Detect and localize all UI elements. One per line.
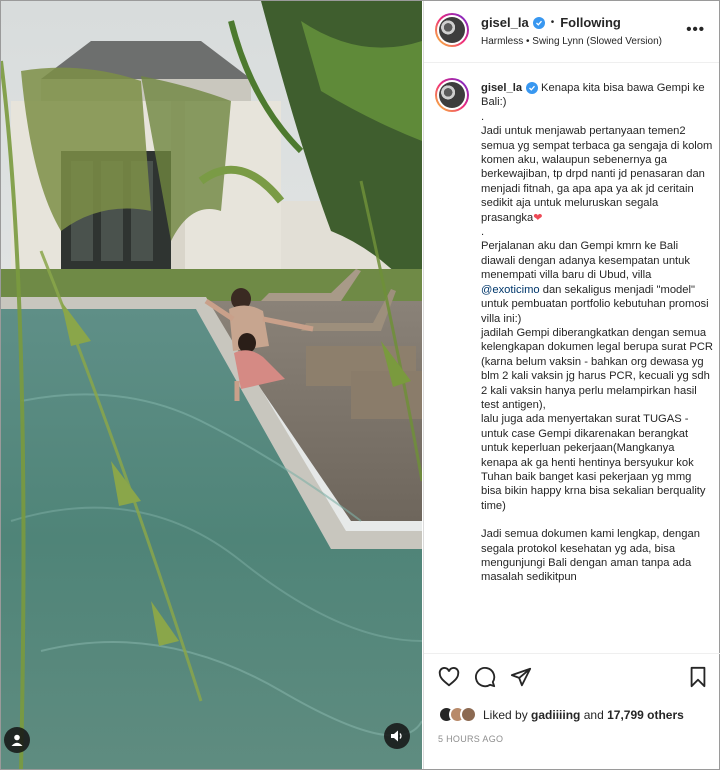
instagram-post-window: gisel_la • Following Harmless • Swing Ly… (0, 0, 720, 770)
caption-paragraph-8: Jadi semua dokumen kami lengkap, dengan … (481, 528, 700, 584)
caption-paragraph-7: lalu juga ada menyertakan surat TUGAS - … (481, 413, 706, 512)
more-options-button[interactable]: ••• (686, 21, 705, 38)
liker-avatar (460, 706, 477, 723)
caption-author-avatar[interactable] (435, 78, 469, 112)
audio-toggle-button[interactable] (384, 723, 410, 749)
tagged-users-button[interactable] (4, 727, 30, 753)
heart-emoji: ❤ (533, 211, 543, 224)
share-button[interactable] (510, 666, 532, 688)
caption-paragraph-2: . (481, 110, 485, 123)
pool-scene-image (1, 1, 422, 769)
caption-paragraph-5a: Perjalanan aku dan Gempi kmrn ke Bali di… (481, 240, 690, 282)
post-timestamp[interactable]: 5 HOURS AGO (438, 734, 503, 744)
liker-username[interactable]: gadiiiing (531, 708, 580, 722)
author-avatar[interactable] (435, 13, 469, 47)
verified-badge-icon (526, 82, 539, 94)
post-side-panel: gisel_la • Following Harmless • Swing Ly… (423, 1, 720, 769)
post-actions: Liked by gadiiiing and 17,799 others 5 H… (424, 653, 720, 769)
caption-paragraph-4: . (481, 226, 485, 239)
separator-dot: • (550, 17, 555, 28)
like-button[interactable] (438, 666, 460, 688)
caption-username[interactable]: gisel_la (481, 82, 522, 94)
mention-link[interactable]: @exoticimo (481, 284, 540, 296)
post-header: gisel_la • Following Harmless • Swing Ly… (424, 1, 719, 63)
comment-button[interactable] (474, 666, 496, 688)
caption-area[interactable]: gisel_la Kenapa kita bisa bawa Gempi ke B… (424, 64, 720, 652)
audio-track-link[interactable]: Harmless • Swing Lynn (Slowed Version) (481, 36, 662, 47)
post-caption: gisel_la Kenapa kita bisa bawa Gempi ke B… (481, 81, 713, 585)
heart-icon (438, 667, 460, 687)
save-button[interactable] (688, 666, 708, 688)
bookmark-icon (690, 666, 706, 688)
share-icon (510, 667, 532, 687)
likes-connector: and (583, 707, 604, 722)
likes-count[interactable]: 17,799 others (607, 708, 684, 722)
following-button[interactable]: Following (560, 15, 621, 30)
speaker-icon (391, 730, 402, 742)
author-username[interactable]: gisel_la (481, 15, 529, 30)
likes-prefix: Liked by (483, 707, 528, 722)
caption-paragraph-6: jadilah Gempi diberangkatkan dengan semu… (481, 326, 713, 411)
post-video[interactable] (1, 1, 422, 769)
caption-paragraph-3: Jadi untuk menjawab pertanyaan temen2 se… (481, 125, 713, 224)
user-tag-icon (11, 734, 23, 746)
likes-summary[interactable]: Liked by gadiiiing and 17,799 others (438, 706, 684, 723)
verified-badge-icon (532, 16, 545, 29)
comment-icon (475, 667, 496, 688)
